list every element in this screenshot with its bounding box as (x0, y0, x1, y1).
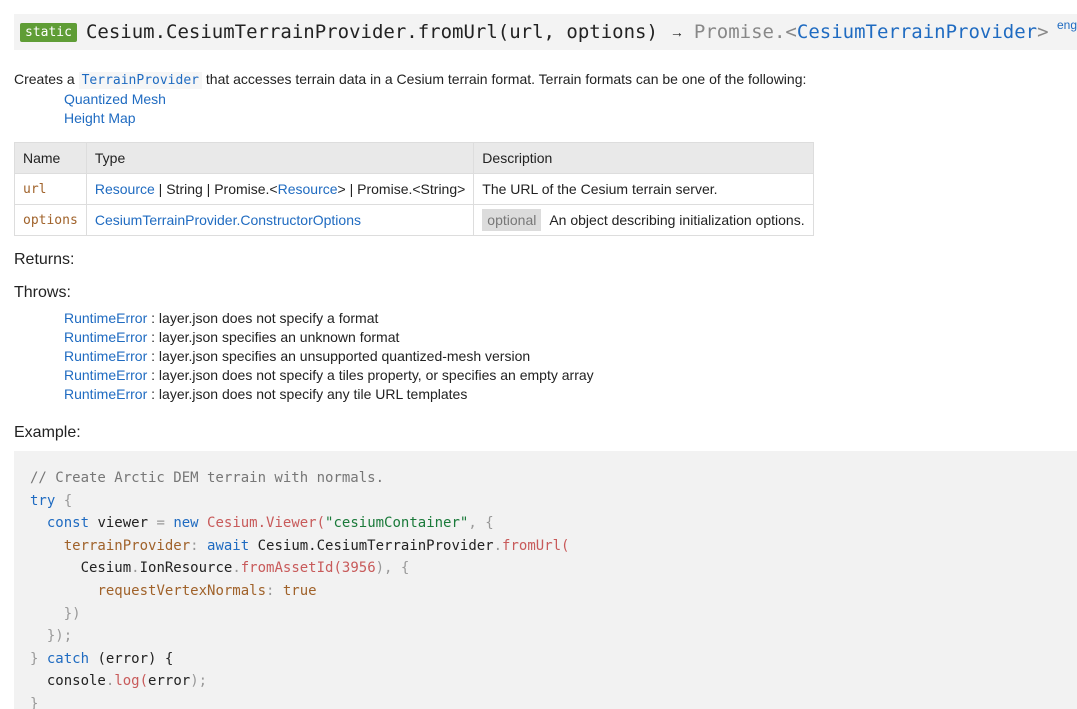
code-punct: . (232, 560, 241, 577)
throw-text: layer.json specifies an unsupported quan… (158, 348, 531, 364)
code-punct: , { (468, 515, 494, 532)
code-punct: . (493, 537, 503, 554)
code-comment: // Create Arctic DEM terrain with normal… (30, 470, 385, 486)
description-after: that accesses terrain data in a Cesium t… (202, 71, 807, 87)
returns-arrow-icon: → (669, 24, 684, 40)
optional-badge: optional (482, 209, 542, 231)
terrain-provider-link[interactable]: TerrainProvider (78, 72, 202, 89)
resource-type-link[interactable]: Resource (278, 181, 338, 197)
code-keyword: new (164, 515, 199, 532)
param-name-options: options (14, 204, 87, 236)
description: Creates a TerrainProvider that accesses … (14, 71, 807, 89)
description-before: Creates a (14, 71, 79, 87)
separator: : (147, 367, 159, 383)
runtime-error-link[interactable]: RuntimeError (64, 386, 147, 402)
example-code-block[interactable]: // Create Arctic DEM terrain with normal… (14, 451, 1077, 709)
code-punct: } (30, 695, 39, 709)
method-name: Cesium.CesiumTerrainProvider.fromUrl(url… (85, 21, 658, 43)
code-class: IonResource (139, 560, 233, 577)
return-type: Promise.<CesiumTerrainProvider> (694, 21, 1049, 43)
list-item: RuntimeError : layer.json specifies an u… (64, 347, 594, 366)
return-type-link[interactable]: CesiumTerrainProvider (797, 21, 1037, 43)
separator: : (147, 348, 159, 364)
return-type-prefix: Promise.< (693, 21, 797, 43)
code-object: console (46, 673, 106, 690)
runtime-error-link[interactable]: RuntimeError (64, 329, 147, 345)
param-name-url: url (14, 173, 87, 205)
code-punct: : (190, 537, 199, 554)
runtime-error-link[interactable]: RuntimeError (64, 310, 147, 326)
code-var: viewer (89, 515, 157, 532)
throw-text: layer.json does not specify a tiles prop… (158, 367, 594, 383)
param-description-url: The URL of the Cesium terrain server. (473, 173, 814, 205)
code-keyword: const (46, 515, 90, 532)
code-punct: }) (63, 605, 81, 622)
code-literal: true (274, 582, 317, 599)
throw-text: layer.json does not specify a format (158, 310, 379, 326)
separator: : (147, 329, 159, 345)
example-heading: Example: (14, 424, 81, 441)
code-punct: ); (190, 673, 208, 690)
separator: : (147, 386, 159, 402)
type-text: > | Promise.<String> (337, 181, 466, 197)
code-punct: = (156, 515, 165, 532)
table-row: options CesiumTerrainProvider.Constructo… (14, 204, 814, 236)
resource-type-link[interactable]: Resource (95, 181, 155, 197)
format-list: Quantized Mesh Height Map (64, 90, 166, 128)
code-punct: ), { (375, 560, 410, 577)
list-item: RuntimeError : layer.json does not speci… (64, 366, 594, 385)
language-link[interactable]: eng (1057, 18, 1077, 32)
format-link-height-map[interactable]: Height Map (64, 110, 136, 126)
code-keyword: try (30, 492, 56, 509)
list-item: RuntimeError : layer.json specifies an u… (64, 328, 594, 347)
code-keyword: await (198, 537, 250, 554)
param-description-options: optional An object describing initializat… (473, 204, 814, 236)
header-description: Description (473, 142, 814, 174)
table-row: url Resource | String | Promise.<Resourc… (14, 173, 814, 205)
code-property: terrainProvider (63, 537, 191, 554)
throw-text: layer.json does not specify any tile URL… (158, 386, 468, 402)
list-item: RuntimeError : layer.json does not speci… (64, 309, 594, 328)
code-keyword: catch (38, 650, 90, 667)
code-function: fromUrl( (502, 537, 570, 554)
code-punct: { (55, 492, 73, 509)
code-object: Cesium (80, 560, 132, 577)
runtime-error-link[interactable]: RuntimeError (64, 367, 147, 383)
header-name: Name (14, 142, 87, 174)
separator: : (147, 310, 159, 326)
code-text: (error) { (89, 650, 174, 667)
throws-heading: Throws: (14, 284, 71, 301)
type-text: | String | Promise.< (154, 181, 278, 197)
table-header-row: Name Type Description (14, 142, 814, 174)
method-signature: static Cesium.CesiumTerrainProvider.from… (14, 14, 1077, 50)
code-number: 3956 (341, 560, 376, 577)
header-type: Type (85, 142, 475, 174)
return-type-suffix: > (1037, 21, 1049, 43)
list-item: RuntimeError : layer.json does not speci… (64, 385, 594, 404)
code-class: Cesium.Viewer( (198, 515, 326, 532)
param-description-text: An object describing initialization opti… (549, 212, 805, 228)
code-var: error (148, 673, 191, 690)
code-punct: . (131, 560, 140, 577)
param-type-options: CesiumTerrainProvider.ConstructorOptions (85, 204, 475, 236)
code-property: requestVertexNormals (97, 582, 267, 599)
param-type-url: Resource | String | Promise.<Resource> |… (85, 173, 475, 205)
static-badge: static (20, 22, 77, 42)
code-string: "cesiumContainer" (325, 515, 469, 532)
code-object: Cesium.CesiumTerrainProvider (249, 537, 494, 554)
code-function: fromAssetId( (240, 560, 342, 577)
runtime-error-link[interactable]: RuntimeError (64, 348, 147, 364)
format-link-quantized-mesh[interactable]: Quantized Mesh (64, 91, 166, 107)
throw-text: layer.json specifies an unknown format (158, 329, 400, 345)
code-punct: }); (46, 628, 73, 645)
code-function: log( (114, 673, 149, 690)
parameters-table: Name Type Description url Resource | Str… (14, 142, 814, 236)
returns-heading: Returns: (14, 251, 75, 268)
throws-list: RuntimeError : layer.json does not speci… (64, 309, 594, 404)
constructor-options-link[interactable]: CesiumTerrainProvider.ConstructorOptions (95, 212, 361, 228)
